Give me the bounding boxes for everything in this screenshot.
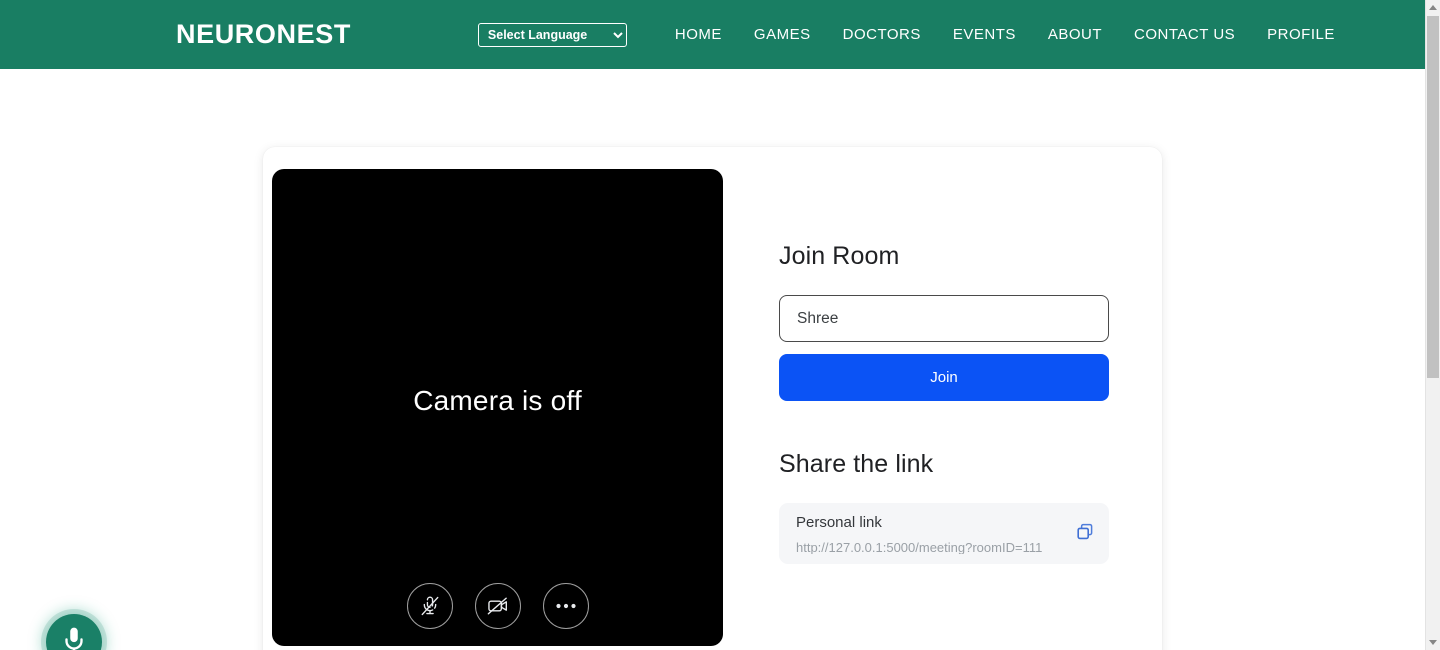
display-name-input[interactable] bbox=[779, 295, 1109, 342]
main-navigation: HOME GAMES DOCTORS EVENTS ABOUT CONTACT … bbox=[659, 27, 1351, 42]
more-options-button[interactable] bbox=[542, 583, 589, 629]
toggle-microphone-button[interactable] bbox=[406, 583, 453, 629]
microphone-icon bbox=[61, 626, 87, 650]
nav-events[interactable]: EVENTS bbox=[937, 27, 1032, 42]
video-controls-bar bbox=[272, 583, 723, 629]
header-inner: NEURONEST Select Language HOME GAMES DOC… bbox=[0, 21, 1425, 48]
scroll-up-button[interactable] bbox=[1426, 0, 1440, 15]
join-room-title: Join Room bbox=[779, 242, 900, 270]
main-content: Camera is off Join Room Shree Join Share… bbox=[0, 69, 1425, 650]
floating-microphone-button[interactable] bbox=[46, 614, 102, 650]
scroll-down-button[interactable] bbox=[1426, 635, 1440, 650]
personal-link-box: Personal link http://127.0.0.1:5000/meet… bbox=[779, 503, 1109, 564]
video-preview-panel: Camera is off bbox=[272, 169, 723, 646]
nav-about[interactable]: ABOUT bbox=[1032, 27, 1118, 42]
copy-icon bbox=[1075, 522, 1095, 545]
meeting-card: Camera is off Join Room Shree Join Share… bbox=[263, 147, 1162, 650]
mic-off-icon bbox=[419, 595, 441, 617]
site-header: NEURONEST Select Language HOME GAMES DOC… bbox=[0, 0, 1425, 69]
join-room-panel: Join Room Join Share the link Personal l… bbox=[779, 169, 1119, 564]
language-select[interactable]: Select Language bbox=[477, 22, 627, 47]
page-scrollbar[interactable] bbox=[1425, 0, 1440, 650]
share-link-title: Share the link bbox=[779, 450, 934, 478]
chevron-down-icon bbox=[1429, 640, 1437, 645]
site-logo[interactable]: NEURONEST bbox=[176, 21, 351, 48]
more-options-icon bbox=[554, 602, 578, 610]
camera-off-icon bbox=[486, 594, 510, 618]
nav-profile[interactable]: PROFILE bbox=[1251, 27, 1351, 42]
browser-viewport: NEURONEST Select Language HOME GAMES DOC… bbox=[0, 0, 1425, 650]
personal-link-label: Personal link bbox=[796, 514, 882, 531]
nav-contact-us[interactable]: CONTACT US bbox=[1118, 27, 1251, 42]
chevron-up-icon bbox=[1429, 5, 1437, 10]
scrollbar-thumb[interactable] bbox=[1427, 16, 1439, 378]
page-root: NEURONEST Select Language HOME GAMES DOC… bbox=[0, 0, 1440, 650]
nav-games[interactable]: GAMES bbox=[738, 27, 827, 42]
toggle-camera-button[interactable] bbox=[474, 583, 521, 629]
nav-doctors[interactable]: DOCTORS bbox=[827, 27, 937, 42]
join-button[interactable]: Join bbox=[779, 354, 1109, 401]
nav-home[interactable]: HOME bbox=[659, 27, 738, 42]
camera-off-message: Camera is off bbox=[413, 385, 582, 416]
personal-link-url: http://127.0.0.1:5000/meeting?roomID=111 bbox=[796, 541, 1043, 554]
copy-link-button[interactable] bbox=[1072, 521, 1098, 547]
